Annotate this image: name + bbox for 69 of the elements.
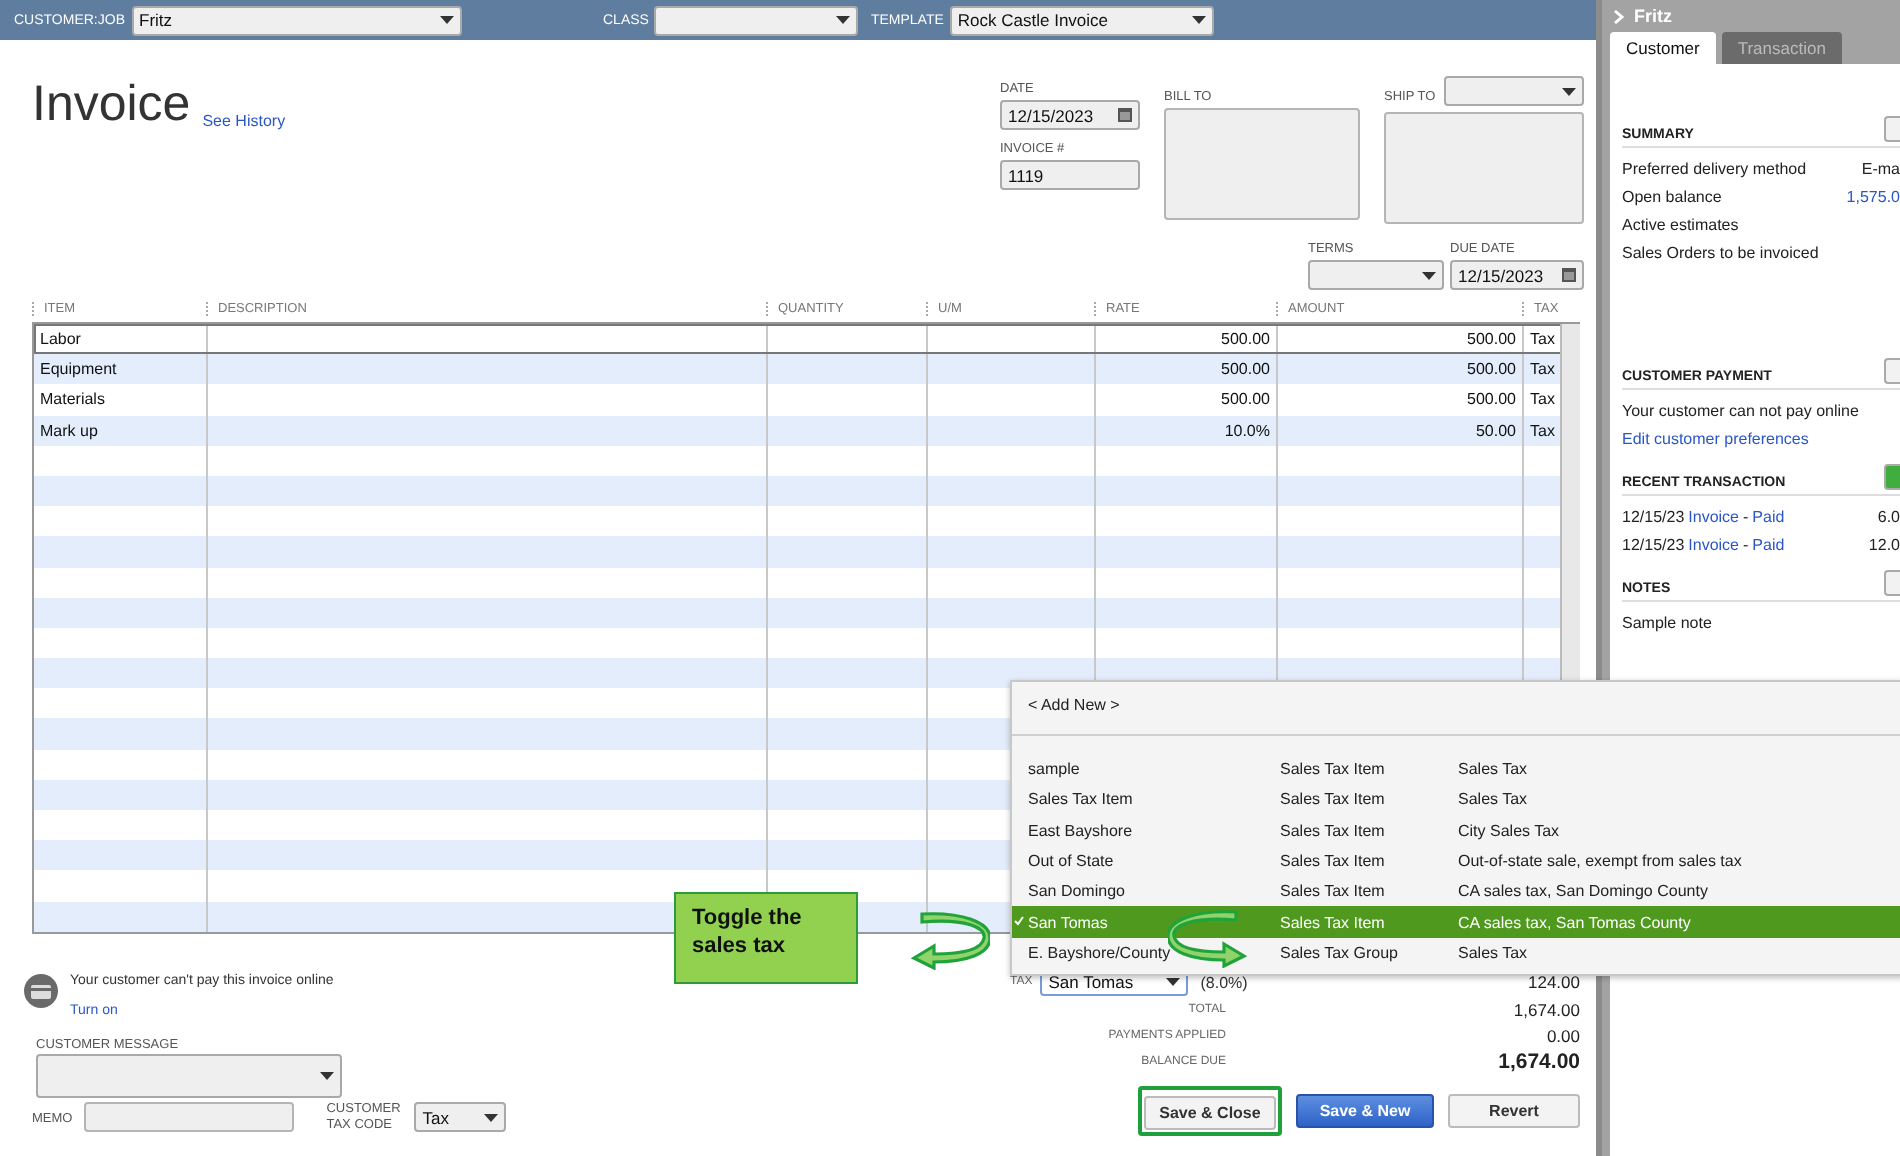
summary-label: Open balance [1622, 187, 1722, 205]
invoice-link[interactable]: Invoice [1688, 535, 1739, 553]
dropdown-item[interactable]: sample Sales Tax Item Sales Tax [1012, 754, 1900, 785]
edit-preferences-link[interactable]: Edit customer preferences [1622, 429, 1809, 447]
tax-rate: (8.0%) [1200, 973, 1248, 991]
paid-link[interactable]: Paid [1752, 535, 1785, 553]
total-value: 1,674.00 [1513, 999, 1580, 1019]
dropdown-item[interactable]: San Domingo Sales Tax Item CA sales tax, San Domingo County [1012, 876, 1900, 907]
caret-icon [1422, 271, 1436, 279]
separator-text: - [1743, 535, 1749, 553]
calendar-icon [1562, 268, 1576, 282]
dropdown-item[interactable]: East Bayshore Sales Tax Item City Sales Tax [1012, 815, 1900, 846]
table-row[interactable]: Equipment 500.00 500.00 Tax [34, 354, 1564, 385]
action-button[interactable]: Save & Close [1144, 1096, 1276, 1130]
customer-message-select[interactable] [36, 1054, 342, 1098]
curved-arrow [1168, 908, 1248, 968]
sidebar-title: Fritz [1634, 6, 1672, 26]
dropdown-item[interactable]: San Tomas Sales Tax Item CA sales tax, San Tomas County [1012, 906, 1900, 938]
terms-select[interactable] [1308, 260, 1444, 290]
caret-icon [439, 16, 453, 24]
transaction-date: 12/15/23 [1622, 507, 1685, 525]
table-row[interactable]: Mark up 10.0% 50.00 Tax [34, 415, 1564, 446]
caret-icon [320, 1072, 334, 1080]
customer-tax-code-select[interactable]: Tax [414, 1102, 507, 1133]
total-value: 1,674.00 [1498, 1049, 1580, 1073]
customer-job-select[interactable]: Fritz [131, 5, 461, 35]
dropdown-item[interactable]: Out of State Sales Tax Item Out-of-state sale, exempt from sales tax [1012, 845, 1900, 877]
caret-icon [484, 1113, 499, 1122]
total-value: 0.00 [1546, 1025, 1580, 1045]
note-text: Sample note [1622, 613, 1712, 631]
class-select[interactable] [654, 5, 859, 35]
ship-to-select[interactable] [1444, 76, 1584, 106]
dropdown-item[interactable]: E. Bayshore/County Sales Tax Group Sales Tax [1012, 937, 1900, 969]
memo-field[interactable] [84, 1102, 295, 1133]
paid-link[interactable]: Paid [1752, 507, 1785, 525]
ship-to-field[interactable] [1384, 112, 1584, 224]
bill-to-field[interactable] [1164, 108, 1360, 220]
transaction-date: 12/15/23 [1622, 535, 1685, 553]
transaction-amount: 6.0 [1877, 507, 1900, 525]
caret-icon [836, 16, 851, 24]
caret-icon [1562, 87, 1576, 95]
summary-value: E-ma [1861, 159, 1900, 177]
add-new-item[interactable]: < Add New > [1012, 682, 1900, 736]
tax-amount: 124.00 [1528, 972, 1580, 992]
invoice-title: Invoice [32, 80, 191, 130]
transaction-amount: 12.0 [1868, 535, 1900, 553]
chevron-right-icon [1614, 9, 1624, 23]
separator-text: - [1743, 507, 1749, 525]
curved-arrow [910, 910, 990, 970]
summary-label: Active estimates [1622, 215, 1739, 233]
due-date-field[interactable]: 12/15/2023 [1450, 260, 1584, 290]
payment-status-text: Your customer can not pay online [1622, 401, 1859, 419]
callout-note: Toggle the sales tax [674, 892, 858, 984]
table-row[interactable]: Labor 500.00 500.00 Tax [34, 324, 1564, 355]
calendar-icon [1118, 108, 1132, 122]
dropdown-item[interactable]: Sales Tax Item Sales Tax Item Sales Tax [1012, 784, 1900, 816]
open-balance-link[interactable]: 1,575.0 [1846, 187, 1900, 205]
action-button[interactable]: Save & New [1296, 1094, 1434, 1128]
summary-label: Sales Orders to be invoiced [1622, 243, 1819, 261]
invoice-link[interactable]: Invoice [1688, 507, 1739, 525]
sidebar-tab[interactable]: Customer [1610, 32, 1716, 64]
credit-card-icon [24, 974, 58, 1008]
action-button[interactable]: Revert [1448, 1094, 1580, 1128]
summary-label: Preferred delivery method [1622, 159, 1807, 177]
template-select[interactable]: Rock Castle Invoice [949, 5, 1214, 35]
caret-icon [1191, 16, 1206, 24]
invoice-number-field[interactable]: 1119 [1000, 160, 1140, 190]
see-history-link[interactable]: See History [202, 112, 286, 130]
date-field[interactable]: 12/15/2023 [1000, 100, 1140, 130]
